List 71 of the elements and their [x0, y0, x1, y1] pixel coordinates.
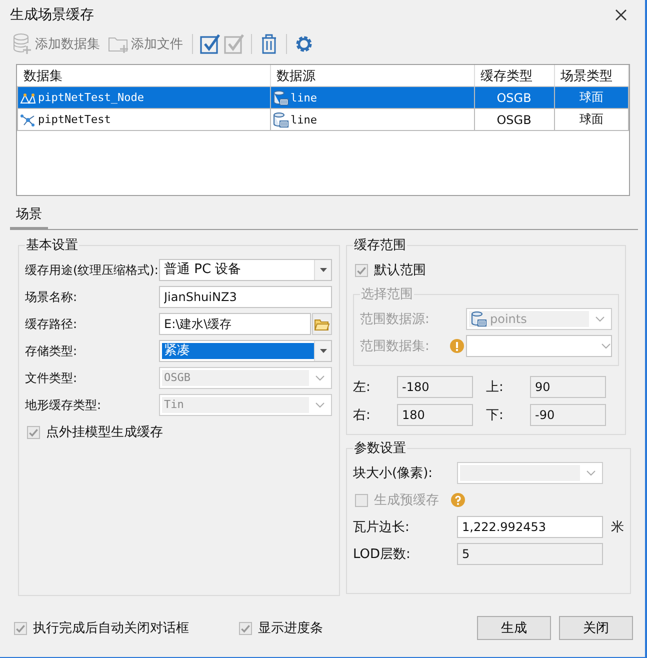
checkbox-label: 显示进度条: [258, 620, 323, 637]
dropdown[interactable]: [466, 335, 612, 357]
window-title: 生成场景缓存: [10, 6, 94, 24]
input-field[interactable]: -180: [397, 376, 473, 398]
field-label: 文件类型:: [25, 370, 78, 386]
table-row[interactable]: piptNetTest line OSGB 球面: [18, 108, 628, 130]
checkbox-label: 执行完成后自动关闭对话框: [33, 620, 189, 637]
table-cell: OSGB: [496, 90, 532, 104]
table-cell: line: [290, 90, 317, 104]
warning-icon: [450, 339, 464, 353]
field-label: 下:: [486, 407, 504, 424]
group-title: 选择范围: [360, 286, 414, 303]
field-label: 上:: [486, 379, 504, 396]
group-title: 基本设置: [25, 237, 79, 254]
tab[interactable]: 场景: [10, 202, 48, 229]
caret-icon: [320, 268, 326, 272]
field-label: 缓存用途(纹理压缩格式):: [25, 262, 159, 278]
chevron-icon: [315, 402, 325, 408]
trash-icon[interactable]: [259, 33, 279, 55]
table-cell: 球面: [579, 90, 604, 104]
close-icon[interactable]: [615, 9, 627, 21]
dropdown-value: points: [490, 311, 527, 327]
chevron-icon: [315, 375, 325, 381]
dialog-button[interactable]: 关闭: [559, 616, 633, 640]
datasource-icon: [471, 311, 487, 327]
input-field[interactable]: 5: [457, 543, 603, 565]
checkbox[interactable]: [14, 622, 27, 634]
group-title: 参数设置: [353, 440, 407, 457]
field-label: 地形缓存类型:: [25, 396, 102, 414]
folder-icon: [314, 318, 330, 330]
point-dataset-icon: [20, 90, 36, 105]
input-field[interactable]: E:\建水\缓存: [159, 313, 311, 335]
group-title: 缓存范围: [353, 237, 407, 254]
field-label: 场景名称:: [25, 288, 78, 306]
input-field[interactable]: 1,222.992453: [457, 516, 603, 538]
table-cell: OSGB: [496, 112, 532, 126]
field-label: 左:: [353, 379, 372, 396]
database-icon: [12, 33, 32, 55]
checkbox[interactable]: [239, 622, 252, 634]
dialog-button[interactable]: 生成: [477, 616, 551, 640]
field-label: 块大小(像素):: [353, 465, 434, 482]
chevron-icon: [601, 343, 611, 349]
chevron-icon: [586, 470, 596, 476]
chevron-icon: [595, 316, 605, 322]
field-label: 瓦片边长:: [353, 519, 410, 536]
checkbox-icon[interactable]: [200, 33, 220, 55]
input-field[interactable]: -90: [530, 404, 606, 426]
field-label: 范围数据集:: [360, 338, 430, 355]
table-row[interactable]: piptNetTest_Node line OSGB 球面: [18, 86, 628, 108]
checkbox-label: 点外挂模型生成缓存: [46, 424, 163, 441]
input-field[interactable]: 180: [397, 404, 473, 426]
table-cell: 球面: [579, 112, 604, 126]
input-field[interactable]: 90: [530, 376, 606, 398]
caret-icon: [320, 349, 326, 353]
checkbox-label: 生成预缓存: [374, 492, 439, 509]
datasource-icon: [272, 112, 288, 128]
field-label: 缓存路径:: [25, 316, 78, 332]
table-cell: piptNetTest: [38, 113, 111, 126]
field-label: 右:: [353, 407, 372, 424]
datasource-icon: [272, 90, 288, 106]
field-label: 范围数据源:: [360, 311, 430, 328]
field-label: LOD层数:: [353, 546, 412, 563]
unit-label: 米: [611, 519, 624, 536]
dropdown[interactable]: 紧凑: [159, 340, 332, 362]
checkbox-label: 默认范围: [374, 262, 426, 279]
browse-button[interactable]: [312, 313, 332, 335]
table-cell: line: [290, 112, 317, 126]
network-dataset-icon: [20, 112, 36, 127]
table-cell: piptNetTest_Node: [38, 91, 144, 104]
dropdown[interactable]: 普通 PC 设备: [159, 259, 332, 281]
field-label: 存储类型:: [25, 342, 78, 360]
